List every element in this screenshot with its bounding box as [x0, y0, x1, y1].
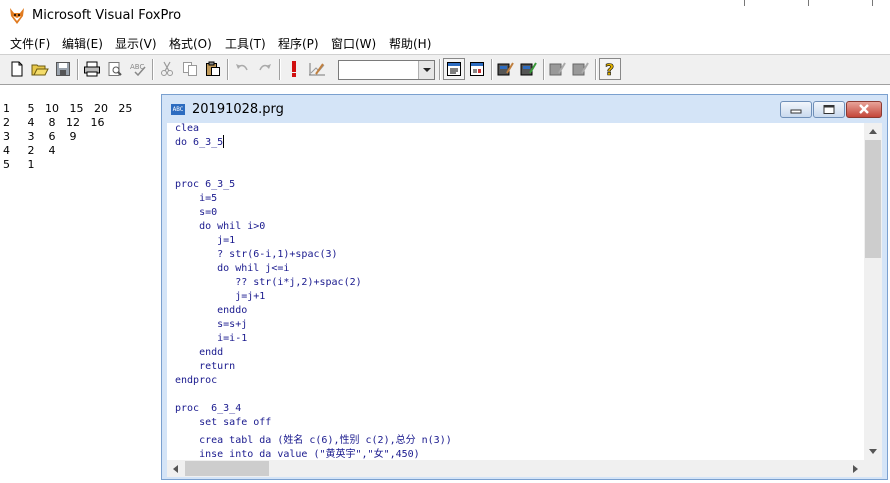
- foxpro-logo-icon: [10, 8, 24, 24]
- standard-toolbar: ABC ?: [0, 54, 890, 85]
- code-line: do whil j<=i: [175, 263, 290, 274]
- redo-icon[interactable]: [254, 58, 276, 80]
- code-line: endd: [175, 347, 224, 358]
- text-cursor: [223, 135, 224, 148]
- maximize-icon: [823, 105, 835, 114]
- scrollbar-corner: [864, 460, 882, 477]
- code-line: inse into da value ("黄英宇","女",450): [175, 449, 420, 460]
- program-editor-window: ABC 20191028.prg clea do 6_3_5 proc 6_3_…: [161, 94, 888, 480]
- toolbar-separator: [227, 59, 229, 80]
- code-line: j=j+1: [175, 291, 266, 302]
- minimize-button[interactable]: [780, 101, 812, 118]
- close-icon: [859, 104, 869, 114]
- output-line: 2 4 8 12 16: [3, 116, 105, 129]
- scroll-down-arrow-icon[interactable]: [868, 448, 878, 455]
- menu-format[interactable]: 格式(O): [169, 35, 212, 52]
- menu-program[interactable]: 程序(P): [278, 35, 319, 52]
- code-editor[interactable]: clea do 6_3_5 proc 6_3_5 i=5 s=0 do whil…: [167, 123, 864, 460]
- menu-view[interactable]: 显示(V): [115, 35, 157, 52]
- menu-file[interactable]: 文件(F): [10, 35, 50, 52]
- code-line: return: [175, 361, 236, 372]
- open-icon[interactable]: [29, 58, 51, 80]
- toolbar-separator: [279, 59, 281, 80]
- print-preview-icon[interactable]: [104, 58, 126, 80]
- menu-tools[interactable]: 工具(T): [225, 35, 266, 52]
- output-line: 1 5 10 15 20 25: [3, 102, 133, 115]
- run-icon[interactable]: [283, 58, 305, 80]
- toolbar-combo-box[interactable]: [338, 60, 435, 80]
- toolbar-separator: [543, 59, 545, 80]
- save-icon[interactable]: [52, 58, 74, 80]
- menu-edit[interactable]: 编辑(E): [62, 35, 103, 52]
- code-line: do 6_3_5: [175, 137, 224, 148]
- code-line: i=5: [175, 193, 218, 204]
- output-line: 3 3 6 9: [3, 130, 77, 143]
- paste-icon[interactable]: [202, 58, 224, 80]
- help-icon[interactable]: ?: [599, 58, 621, 80]
- code-line: s=0: [175, 207, 218, 218]
- cut-icon[interactable]: [156, 58, 178, 80]
- scroll-up-arrow-icon[interactable]: [868, 128, 878, 135]
- code-line: i=i-1: [175, 333, 248, 344]
- minimize-icon: [790, 109, 802, 114]
- code-line: crea tabl da (姓名 c(6),性别 c(2),总分 n(3)): [175, 435, 452, 446]
- form-designer-icon[interactable]: [495, 58, 517, 80]
- output-line: 4 2 4: [3, 144, 56, 157]
- scroll-left-arrow-icon[interactable]: [172, 464, 179, 474]
- new-icon[interactable]: [6, 58, 28, 80]
- code-line: j=1: [175, 235, 236, 246]
- vertical-scroll-thumb[interactable]: [865, 140, 881, 258]
- code-line: do whil i>0: [175, 221, 266, 232]
- toolbar-separator: [152, 59, 154, 80]
- toolbar-separator: [595, 59, 597, 80]
- chevron-down-icon[interactable]: [418, 61, 434, 79]
- menu-bar: 文件(F) 编辑(E) 显示(V) 格式(O) 工具(T) 程序(P) 窗口(W…: [0, 32, 890, 52]
- code-line: ?? str(i*j,2)+spac(2): [175, 277, 362, 288]
- output-line: 5 1: [3, 158, 35, 171]
- undo-icon[interactable]: [231, 58, 253, 80]
- app-title-bar: Microsoft Visual FoxPro: [0, 0, 890, 32]
- code-line: enddo: [175, 305, 248, 316]
- modify-form-icon[interactable]: [306, 58, 328, 80]
- code-line: s=s+j: [175, 319, 248, 330]
- scroll-right-arrow-icon[interactable]: [852, 464, 859, 474]
- toolbar-separator: [77, 59, 79, 80]
- data-session-icon[interactable]: [466, 58, 488, 80]
- horizontal-scroll-thumb[interactable]: [185, 461, 269, 476]
- print-icon[interactable]: [81, 58, 103, 80]
- copy-icon[interactable]: [179, 58, 201, 80]
- code-line: endproc: [175, 375, 218, 386]
- window-controls-fragment: [744, 0, 873, 6]
- editor-title: 20191028.prg: [192, 102, 284, 117]
- close-button[interactable]: [846, 101, 882, 118]
- toolbar-separator: [491, 59, 493, 80]
- maximize-button[interactable]: [813, 101, 845, 118]
- editor-title-bar[interactable]: ABC 20191028.prg: [162, 95, 887, 123]
- spell-check-icon[interactable]: ABC: [127, 58, 149, 80]
- menu-window[interactable]: 窗口(W): [331, 35, 376, 52]
- code-line: ? str(6-i,1)+spac(3): [175, 249, 338, 260]
- expression-builder-icon[interactable]: [547, 58, 569, 80]
- code-line: proc 6_3_4: [175, 403, 242, 414]
- code-line: clea: [175, 123, 200, 134]
- program-file-icon: ABC: [171, 104, 185, 115]
- report-designer-icon[interactable]: [518, 58, 540, 80]
- code-window-icon[interactable]: [570, 58, 592, 80]
- menu-help[interactable]: 帮助(H): [389, 35, 431, 52]
- code-line: proc 6_3_5: [175, 179, 236, 190]
- svg-text:?: ?: [605, 60, 614, 78]
- app-title: Microsoft Visual FoxPro: [32, 8, 182, 23]
- horizontal-scrollbar[interactable]: [167, 460, 864, 477]
- toolbar-separator: [439, 59, 441, 80]
- command-window-icon[interactable]: [443, 58, 465, 80]
- vertical-scrollbar[interactable]: [864, 123, 882, 460]
- code-line: set safe off: [175, 417, 272, 428]
